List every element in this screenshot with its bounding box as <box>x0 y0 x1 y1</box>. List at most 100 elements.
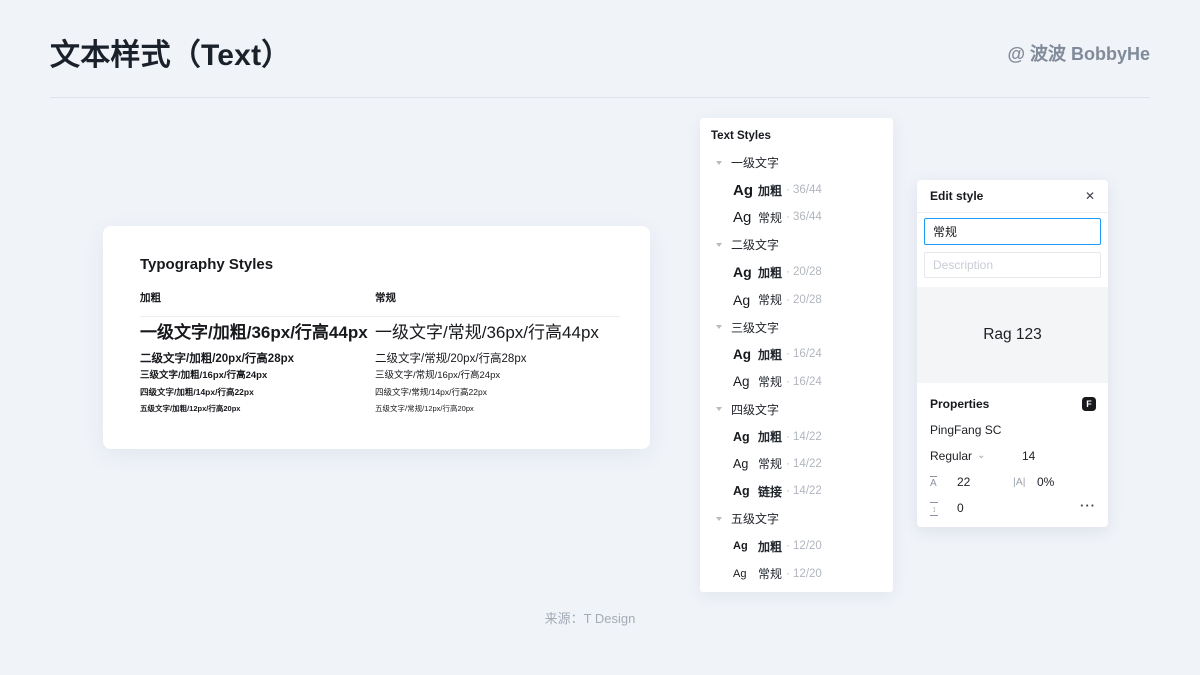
chevron-down-icon[interactable] <box>716 161 722 165</box>
style-sample-ag: Ag <box>733 457 757 471</box>
style-sample-ag: Ag <box>733 568 757 580</box>
properties-title: Properties <box>930 397 989 411</box>
style-preview: Rag 123 <box>917 287 1108 383</box>
style-group-label: 五级文字 <box>731 510 779 527</box>
properties-header: Properties F <box>930 396 1096 411</box>
style-meta: · 12/20 <box>786 540 822 552</box>
paragraph-spacing-row: ↕ 0 ··· <box>930 501 1096 516</box>
edit-style-panel: Edit style ✕ Rag 123 Properties F PingFa… <box>917 180 1108 527</box>
font-family-value[interactable]: PingFang SC <box>930 423 1001 438</box>
paragraph-spacing-value[interactable]: 0 <box>957 501 964 516</box>
style-name: 加粗 <box>758 428 782 445</box>
type-sample-regular: 五级文字/常规/12px/行高20px <box>375 404 474 414</box>
page-title: 文本样式（Text） <box>50 30 291 74</box>
style-sample-ag: Ag <box>733 430 757 444</box>
type-sample-bold: 一级文字/加粗/36px/行高44px <box>140 322 368 344</box>
style-item[interactable]: Ag 常规 · 20/28 <box>700 286 893 313</box>
style-meta: · 36/44 <box>786 211 822 223</box>
line-height-value[interactable]: 22 <box>957 475 970 490</box>
style-item[interactable]: Ag 加粗 · 14/22 <box>700 423 893 450</box>
close-icon[interactable]: ✕ <box>1085 189 1095 203</box>
style-sample-ag: Ag <box>733 292 757 308</box>
style-sample-ag: Ag <box>733 484 757 498</box>
text-styles-panel-title: Text Styles <box>711 130 771 142</box>
style-sample-ag: Ag <box>733 374 757 389</box>
style-group-level4[interactable]: 四级文字 <box>700 396 893 423</box>
style-sample-ag: Ag <box>733 540 757 552</box>
typography-card: Typography Styles 加粗 常规 一级文字/加粗/36px/行高4… <box>103 226 650 449</box>
letter-spacing-icon: |A| <box>1013 475 1025 490</box>
style-name: 加粗 <box>758 346 782 363</box>
type-sample-regular: 三级文字/常规/16px/行高24px <box>375 370 500 382</box>
style-name: 常规 <box>758 373 782 390</box>
text-styles-list: 一级文字 Ag 加粗 · 36/44 Ag 常规 · 36/44 二级文字 Ag… <box>700 149 893 587</box>
style-group-level1[interactable]: 一级文字 <box>700 149 893 176</box>
chevron-down-icon[interactable] <box>716 407 722 411</box>
type-sample-bold: 五级文字/加粗/12px/行高20px <box>140 404 240 414</box>
more-options-icon[interactable]: ··· <box>1080 498 1096 513</box>
style-meta: · 36/44 <box>786 184 822 196</box>
style-item[interactable]: Ag 加粗 · 36/44 <box>700 176 893 203</box>
edit-style-title: Edit style <box>930 189 983 203</box>
style-item[interactable]: Ag 常规 · 12/20 <box>700 560 893 587</box>
style-item[interactable]: Ag 加粗 · 20/28 <box>700 259 893 286</box>
font-family-row[interactable]: PingFang SC <box>930 423 1096 438</box>
style-meta: · 14/22 <box>786 458 822 470</box>
style-group-level3[interactable]: 三级文字 <box>700 313 893 340</box>
style-preview-text: Rag 123 <box>983 326 1042 344</box>
type-sample-regular: 一级文字/常规/36px/行高44px <box>375 322 599 344</box>
type-sample-regular: 四级文字/常规/14px/行高22px <box>375 387 487 398</box>
paragraph-spacing-icon: ↕ <box>930 501 938 516</box>
edit-style-header: Edit style ✕ <box>917 180 1108 213</box>
font-weight-row: Regular ⌄ 14 <box>930 449 1096 464</box>
style-name-input[interactable] <box>924 218 1101 245</box>
font-weight-select[interactable]: Regular ⌄ <box>930 449 985 465</box>
style-meta: · 12/20 <box>786 568 822 580</box>
style-meta: · 16/24 <box>786 348 822 360</box>
style-meta: · 16/24 <box>786 376 822 388</box>
text-styles-panel: Text Styles 一级文字 Ag 加粗 · 36/44 Ag 常规 · 3… <box>700 118 893 592</box>
chevron-down-icon[interactable] <box>716 243 722 247</box>
style-name: 常规 <box>758 455 782 472</box>
author-credit: @ 波波 BobbyHe <box>1007 40 1150 66</box>
style-group-label: 一级文字 <box>731 154 779 171</box>
font-size-value[interactable]: 14 <box>1022 449 1035 464</box>
chevron-down-icon[interactable] <box>716 325 722 329</box>
type-sample-bold: 四级文字/加粗/14px/行高22px <box>140 387 254 398</box>
style-meta: · 14/22 <box>786 485 822 497</box>
type-sample-bold: 三级文字/加粗/16px/行高24px <box>140 370 267 382</box>
style-item[interactable]: Ag 加粗 · 12/20 <box>700 532 893 559</box>
style-group-level2[interactable]: 二级文字 <box>700 231 893 258</box>
style-sample-ag: Ag <box>733 347 757 362</box>
spacing-row: A 22 |A| 0% <box>930 475 1096 490</box>
line-height-icon: A <box>930 475 937 490</box>
style-description-input[interactable] <box>924 252 1101 278</box>
header-divider <box>50 97 1150 98</box>
style-name: 常规 <box>758 209 782 226</box>
style-item[interactable]: Ag 常规 · 36/44 <box>700 204 893 231</box>
style-name: 加粗 <box>758 538 782 555</box>
column-header-regular: 常规 <box>375 290 396 305</box>
type-sample-regular: 二级文字/常规/20px/行高28px <box>375 352 526 366</box>
style-item[interactable]: Ag 常规 · 14/22 <box>700 450 893 477</box>
type-sample-bold: 二级文字/加粗/20px/行高28px <box>140 352 294 366</box>
style-item[interactable]: Ag 链接 · 14/22 <box>700 478 893 505</box>
chevron-down-icon[interactable] <box>716 517 722 521</box>
font-weight-value: Regular <box>930 449 972 463</box>
style-item[interactable]: Ag 常规 · 16/24 <box>700 368 893 395</box>
letter-spacing-value[interactable]: 0% <box>1037 475 1054 490</box>
style-name: 加粗 <box>758 264 782 281</box>
style-meta: · 20/28 <box>786 294 822 306</box>
style-name: 常规 <box>758 291 782 308</box>
typography-card-title: Typography Styles <box>140 256 273 273</box>
style-group-label: 四级文字 <box>731 401 779 418</box>
font-badge-icon[interactable]: F <box>1082 397 1096 411</box>
style-group-label: 二级文字 <box>731 236 779 253</box>
style-meta: · 14/22 <box>786 431 822 443</box>
style-name: 链接 <box>758 483 782 500</box>
style-group-level5[interactable]: 五级文字 <box>700 505 893 532</box>
source-note: 来源：T Design <box>0 608 1180 627</box>
chevron-down-icon: ⌄ <box>977 450 985 461</box>
style-name: 加粗 <box>758 182 782 199</box>
style-item[interactable]: Ag 加粗 · 16/24 <box>700 341 893 368</box>
